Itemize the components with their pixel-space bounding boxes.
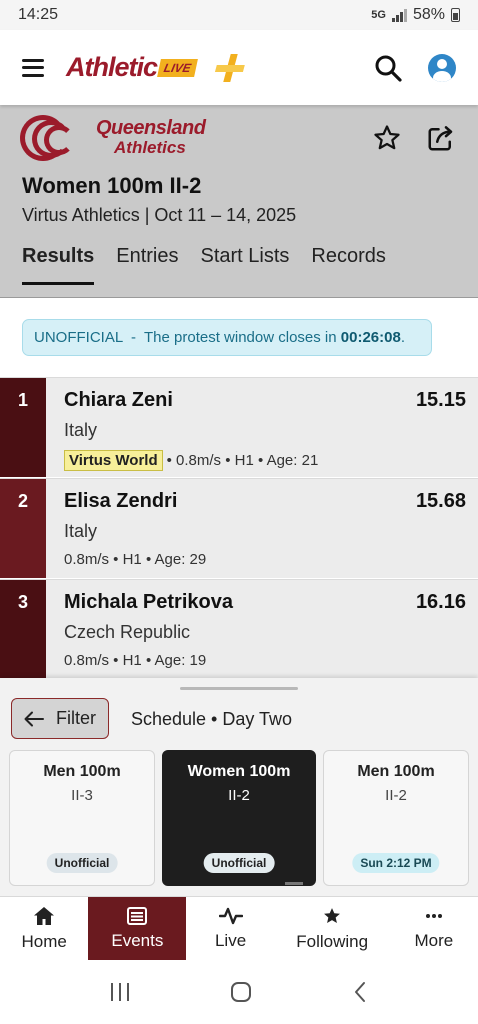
result-mark: 15.15 bbox=[415, 389, 466, 411]
bottom-navigation: Home Events Live Following More bbox=[0, 896, 478, 960]
nav-live-label: Live bbox=[214, 930, 247, 950]
account-circle-icon[interactable] bbox=[428, 53, 456, 82]
event-header: Queensland Athletics Women 100m II-2 Vir… bbox=[0, 105, 478, 298]
tab-entries[interactable]: Entries bbox=[116, 245, 178, 285]
result-row[interactable]: 2 Elisa Zendri 15.68 Italy 0.8m/s • H1 •… bbox=[0, 478, 478, 578]
queensland-athletics-logo: Queensland Athletics bbox=[20, 115, 206, 161]
event-card[interactable]: Men 100m II-3 Unofficial bbox=[9, 750, 155, 886]
nav-events[interactable]: Events bbox=[88, 897, 187, 960]
schedule-sheet: Filter Schedule • Day Two Men 100m II-3 … bbox=[0, 678, 478, 896]
sheet-drag-handle[interactable] bbox=[180, 687, 298, 690]
battery-percent: 58% bbox=[412, 6, 445, 23]
share-icon[interactable] bbox=[426, 123, 456, 153]
notice-text: UNOFFICIAL - The protest window closes i… bbox=[34, 329, 341, 346]
nav-more-label: More bbox=[414, 930, 454, 950]
back-icon[interactable] bbox=[350, 980, 370, 1004]
result-meta: • 0.8m/s • H1 • Age: 21 bbox=[166, 452, 319, 469]
star-icon bbox=[324, 907, 341, 923]
card-scroll-indicator bbox=[285, 882, 303, 885]
event-card-selected[interactable]: Women 100m II-2 Unofficial bbox=[162, 750, 316, 886]
record-badge: Virtus World bbox=[64, 450, 163, 471]
signal-icon bbox=[391, 8, 407, 22]
result-place: 3 bbox=[0, 580, 46, 679]
athlete-country: Italy bbox=[64, 521, 98, 541]
nav-home-label: Home bbox=[21, 931, 67, 951]
event-card-name: Men 100m bbox=[43, 763, 121, 780]
home-icon bbox=[34, 906, 55, 925]
org-name-line2: Athletics bbox=[114, 138, 186, 157]
app-header: Athletic LIVE bbox=[0, 30, 478, 105]
notice-countdown: 00:26:08 bbox=[340, 329, 401, 346]
athlete-name: Chiara Zeni bbox=[64, 389, 173, 411]
logo-text: Athletic bbox=[66, 52, 158, 82]
result-place: 1 bbox=[0, 378, 46, 477]
nav-live[interactable]: Live bbox=[186, 897, 274, 960]
result-row[interactable]: 3 Michala Petrikova 16.16 Czech Republic… bbox=[0, 579, 478, 679]
event-card-class: II-3 bbox=[71, 787, 93, 804]
athlete-country: Italy bbox=[64, 420, 98, 440]
event-card-name: Men 100m bbox=[357, 763, 435, 780]
athlete-name: Michala Petrikova bbox=[64, 591, 233, 613]
result-row[interactable]: 1 Chiara Zeni 15.15 Italy Virtus World •… bbox=[0, 377, 478, 477]
status-time: 14:25 bbox=[18, 6, 59, 23]
athletic-live-logo[interactable]: Athletic LIVE bbox=[66, 48, 198, 88]
event-card-class: II-2 bbox=[385, 787, 407, 804]
event-card[interactable]: Men 100m II-2 Sun 2:12 PM bbox=[323, 750, 469, 886]
nav-more[interactable]: More bbox=[390, 897, 478, 960]
event-card-status: Unofficial bbox=[203, 853, 275, 873]
athlete-name: Elisa Zendri bbox=[64, 490, 178, 512]
schedule-day-label: Schedule • Day Two bbox=[131, 709, 293, 729]
status-bar: 14:25 5G 58% bbox=[0, 0, 478, 30]
notice-suffix: . bbox=[400, 329, 405, 346]
more-dots-icon bbox=[425, 913, 442, 918]
unofficial-notice: UNOFFICIAL - The protest window closes i… bbox=[22, 319, 432, 356]
event-title: Women 100m II-2 bbox=[22, 173, 202, 198]
network-type: 5G bbox=[371, 9, 386, 21]
tab-records[interactable]: Records bbox=[311, 245, 385, 285]
tab-start-lists[interactable]: Start Lists bbox=[201, 245, 290, 285]
pulse-icon bbox=[218, 907, 243, 924]
qa-arc-mark bbox=[20, 115, 86, 161]
logo-live-badge: LIVE bbox=[157, 58, 198, 77]
athlete-country: Czech Republic bbox=[64, 622, 191, 642]
org-name-line1: Queensland bbox=[96, 117, 206, 139]
event-card-status: Unofficial bbox=[46, 853, 118, 873]
list-icon bbox=[127, 906, 148, 925]
battery-icon bbox=[451, 8, 460, 22]
nav-home[interactable]: Home bbox=[0, 897, 88, 960]
results-panel: UNOFFICIAL - The protest window closes i… bbox=[0, 298, 478, 679]
event-subtitle: Virtus Athletics | Oct 11 – 14, 2025 bbox=[22, 205, 297, 225]
result-mark: 16.16 bbox=[415, 591, 466, 613]
nav-following-label: Following bbox=[296, 931, 369, 951]
search-icon[interactable] bbox=[374, 54, 402, 82]
event-tabs: Results Entries Start Lists Records bbox=[22, 245, 386, 285]
hamburger-menu-icon[interactable] bbox=[22, 58, 44, 77]
event-card-name: Women 100m bbox=[187, 763, 291, 780]
result-place: 2 bbox=[0, 479, 46, 578]
system-navigation-bar bbox=[0, 960, 478, 1024]
filter-button[interactable]: Filter bbox=[11, 698, 109, 739]
nav-following[interactable]: Following bbox=[275, 897, 390, 960]
filter-label: Filter bbox=[56, 708, 96, 728]
plus-logo-icon[interactable] bbox=[212, 54, 248, 82]
result-meta: 0.8m/s • H1 • Age: 19 bbox=[64, 652, 207, 669]
result-mark: 15.68 bbox=[415, 490, 466, 512]
nav-events-label: Events bbox=[111, 930, 164, 950]
event-card-class: II-2 bbox=[228, 787, 250, 804]
arrow-left-icon bbox=[24, 711, 44, 726]
home-button-icon[interactable] bbox=[229, 980, 253, 1004]
event-carousel: Men 100m II-3 Unofficial Women 100m II-2… bbox=[0, 750, 478, 886]
event-card-status: Sun 2:12 PM bbox=[352, 853, 440, 873]
result-meta: 0.8m/s • H1 • Age: 29 bbox=[64, 551, 207, 568]
recent-apps-icon[interactable] bbox=[108, 981, 132, 1003]
star-outline-icon[interactable] bbox=[372, 123, 402, 153]
status-icons: 5G 58% bbox=[371, 6, 460, 24]
tab-results[interactable]: Results bbox=[22, 245, 95, 285]
